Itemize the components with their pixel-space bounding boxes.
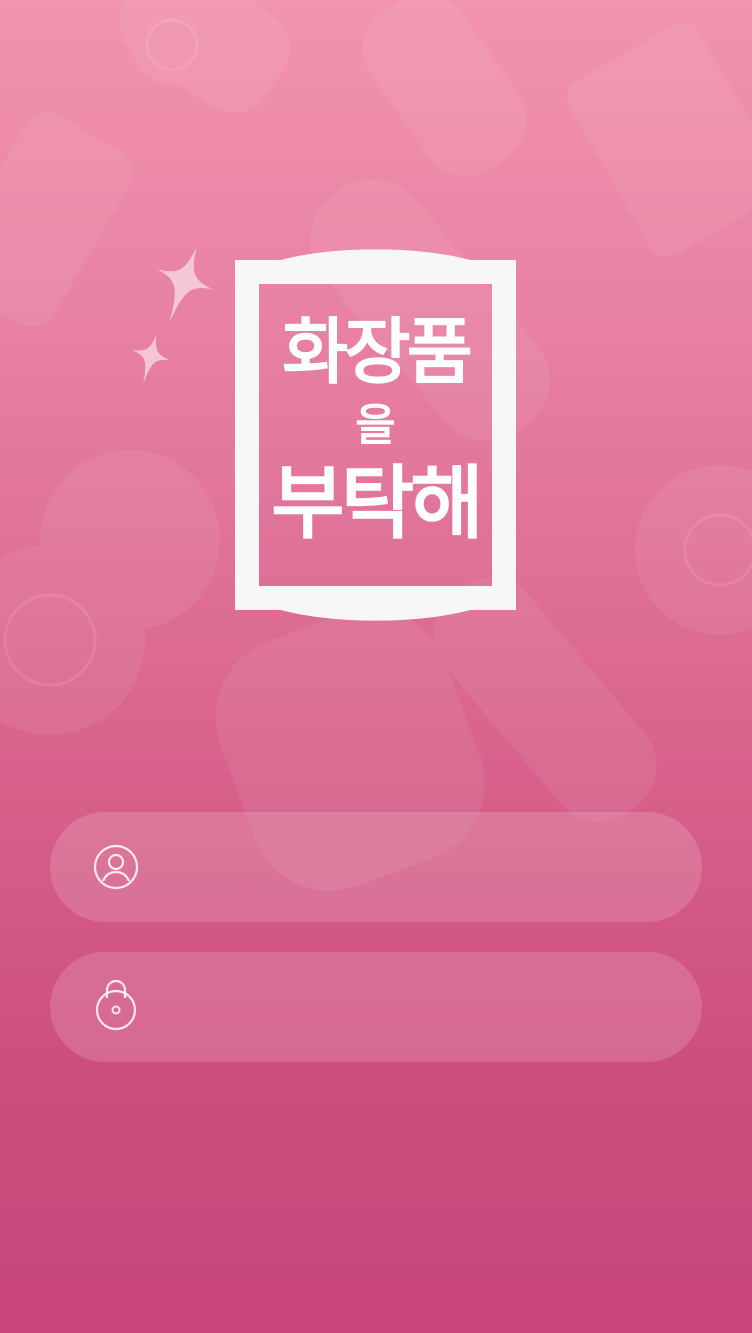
sparkle-icon [131, 247, 214, 385]
password-field[interactable] [50, 952, 702, 1062]
lock-icon [95, 979, 137, 1031]
user-icon [93, 844, 139, 890]
password-input[interactable] [170, 952, 662, 1062]
app-logo: 화장품 을 부탁해 [235, 228, 516, 640]
logo-title-line1: 화장품 [282, 310, 473, 394]
username-input[interactable] [170, 812, 662, 922]
username-field[interactable] [50, 812, 702, 922]
logo-title-line3: 부탁해 [271, 457, 484, 550]
logo-title-line2: 을 [355, 400, 396, 451]
background-cosmetics-art [0, 0, 752, 891]
